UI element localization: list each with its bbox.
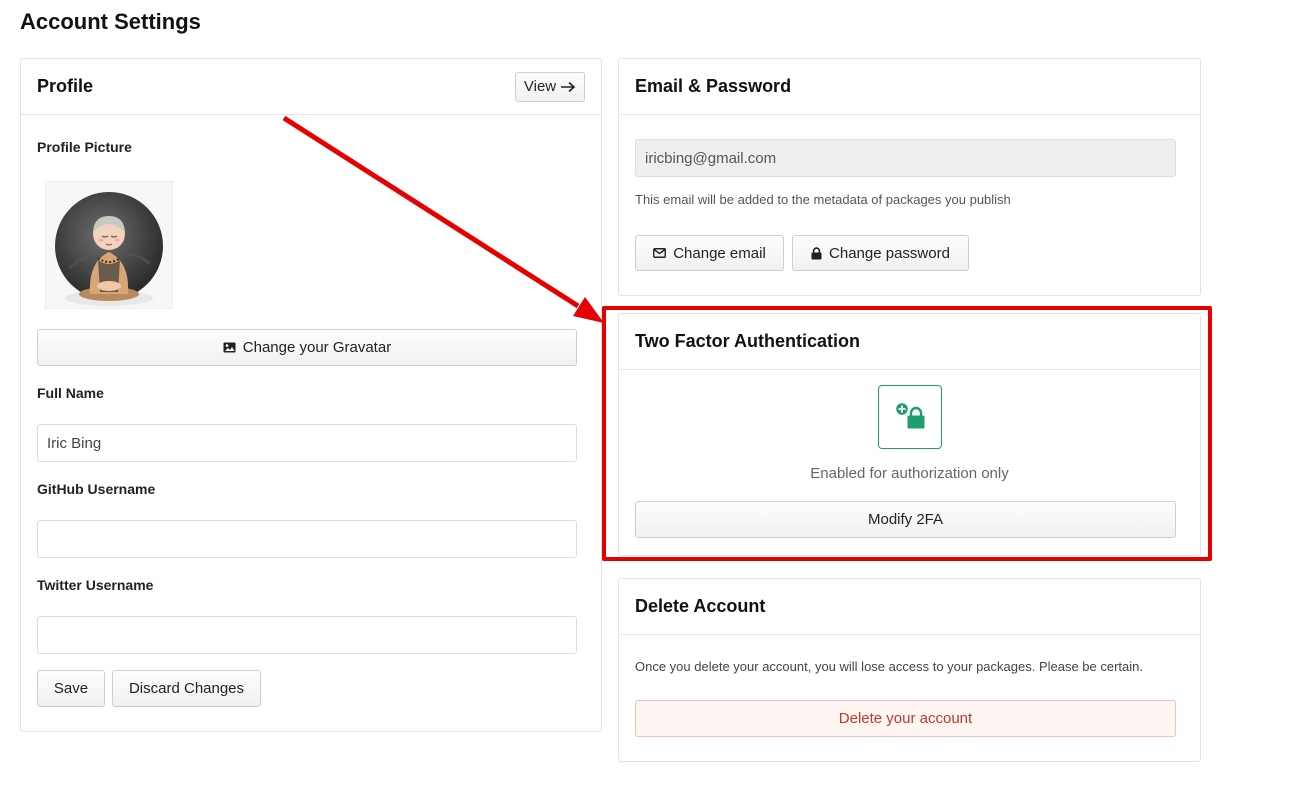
change-gravatar-button[interactable]: Change your Gravatar xyxy=(37,329,577,366)
two-factor-status-text: Enabled for authorization only xyxy=(810,465,1009,482)
two-factor-header: Two Factor Authentication xyxy=(619,314,1200,370)
delete-account-card: Delete Account Once you delete your acco… xyxy=(618,578,1201,762)
profile-picture-label: Profile Picture xyxy=(37,139,132,155)
full-name-label: Full Name xyxy=(37,385,104,401)
lock-icon xyxy=(811,246,822,260)
view-profile-button[interactable]: View xyxy=(515,71,585,102)
delete-account-warning: Once you delete your account, you will l… xyxy=(635,659,1144,674)
two-factor-status-icon-box xyxy=(878,385,942,449)
email-password-card: Email & Password This email will be adde… xyxy=(618,58,1201,296)
email-helper-text: This email will be added to the metadata… xyxy=(635,192,1011,207)
modify-2fa-button[interactable]: Modify 2FA xyxy=(635,501,1176,538)
lock-plus-icon xyxy=(893,400,927,434)
change-password-button[interactable]: Change password xyxy=(792,235,969,271)
profile-card-title: Profile xyxy=(37,76,94,96)
envelope-icon xyxy=(653,248,667,258)
page-title: Account Settings xyxy=(20,9,201,34)
arrow-right-icon xyxy=(560,81,576,93)
avatar xyxy=(45,181,173,309)
twitter-username-label: Twitter Username xyxy=(37,577,154,593)
twitter-username-input[interactable] xyxy=(37,616,577,654)
email-field xyxy=(635,139,1176,177)
github-username-label: GitHub Username xyxy=(37,481,156,497)
save-button[interactable]: Save xyxy=(37,670,105,707)
delete-account-button[interactable]: Delete your account xyxy=(635,700,1176,737)
discard-changes-button[interactable]: Discard Changes xyxy=(112,670,261,707)
image-icon xyxy=(223,342,236,353)
two-factor-title: Two Factor Authentication xyxy=(635,331,860,351)
delete-account-header: Delete Account xyxy=(619,579,1200,635)
email-password-title: Email & Password xyxy=(635,76,792,96)
change-gravatar-label: Change your Gravatar xyxy=(242,339,392,356)
profile-card: Profile View Profile Picture Change your… xyxy=(20,58,602,732)
change-email-label: Change email xyxy=(673,244,766,262)
delete-account-title: Delete Account xyxy=(635,596,766,616)
github-username-input[interactable] xyxy=(37,520,577,558)
change-password-label: Change password xyxy=(829,244,950,262)
email-password-header: Email & Password xyxy=(619,59,1200,115)
full-name-input[interactable] xyxy=(37,424,577,462)
profile-card-header: Profile View xyxy=(21,59,601,115)
view-profile-label: View xyxy=(523,78,557,95)
change-email-button[interactable]: Change email xyxy=(635,235,784,271)
two-factor-card: Two Factor Authentication Enabled for au… xyxy=(618,313,1201,556)
